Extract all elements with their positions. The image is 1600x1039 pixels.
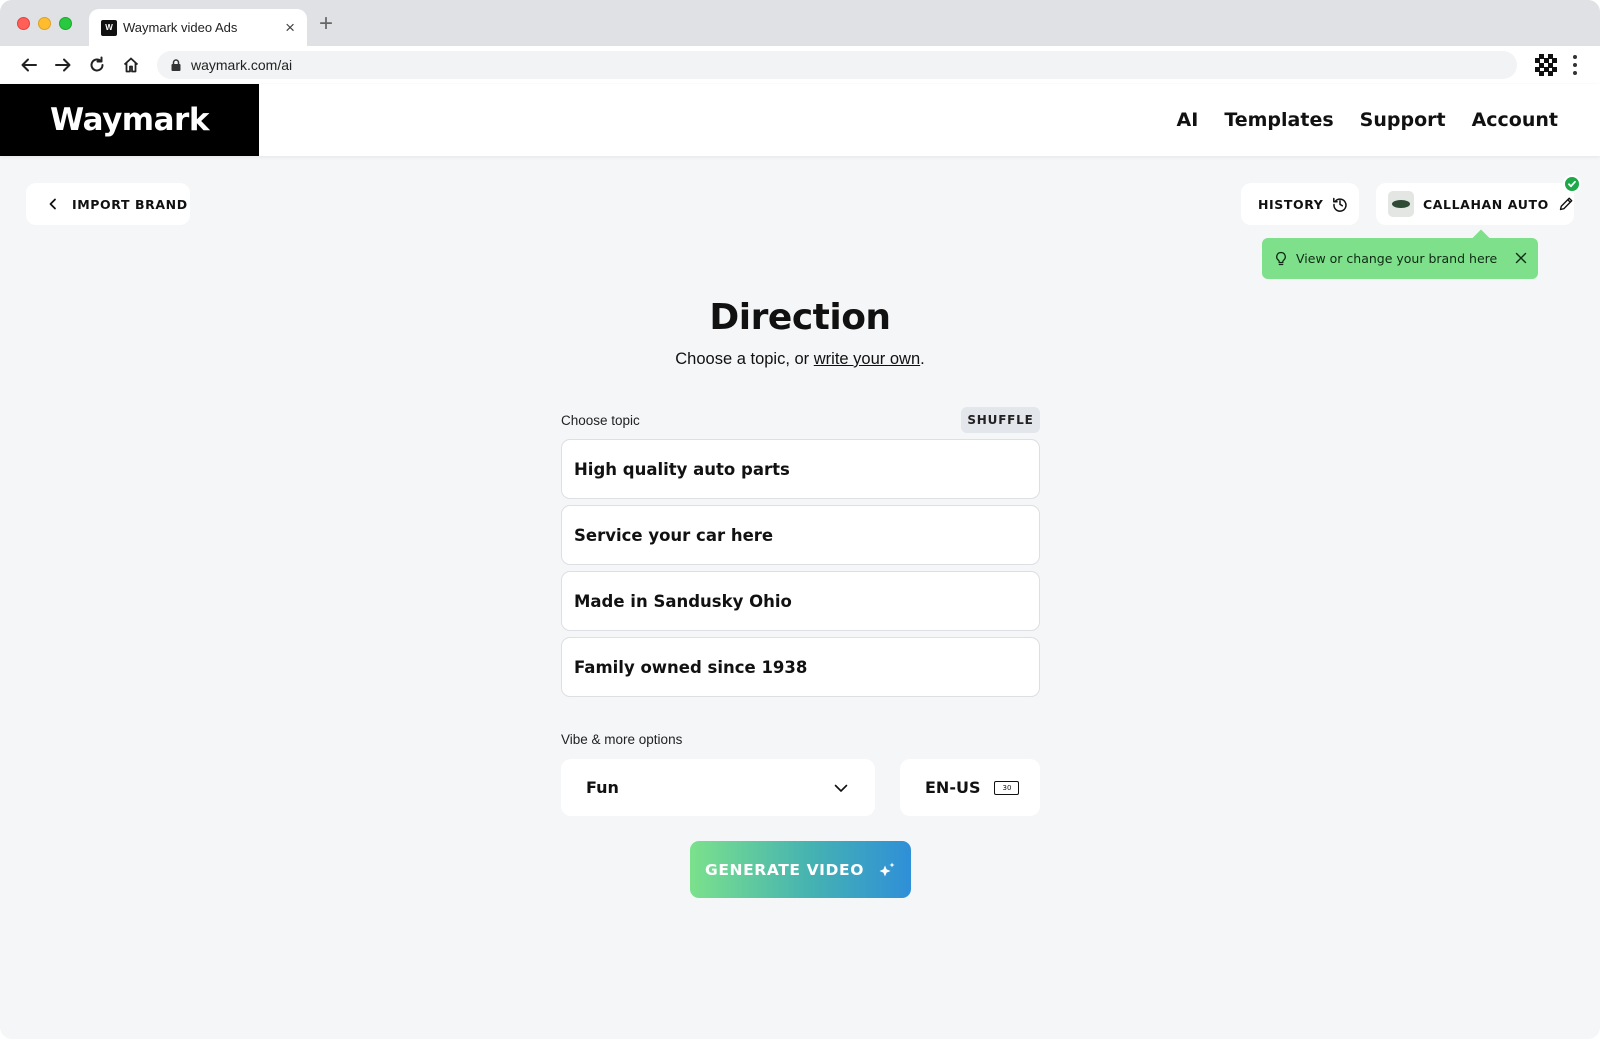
nav-templates[interactable]: Templates bbox=[1224, 109, 1333, 131]
brand-logo-thumbnail bbox=[1388, 191, 1414, 217]
close-icon[interactable] bbox=[1514, 251, 1528, 265]
lightbulb-icon bbox=[1276, 251, 1286, 265]
language-duration-button[interactable]: EN-US 30 bbox=[900, 759, 1040, 816]
chevron-left-icon bbox=[49, 198, 56, 210]
tab-close-icon[interactable]: × bbox=[285, 19, 295, 36]
topic-option[interactable]: High quality auto parts bbox=[561, 439, 1040, 499]
forward-icon[interactable] bbox=[52, 54, 74, 76]
vibe-value: Fun bbox=[586, 778, 619, 797]
url-text: waymark.com/ai bbox=[191, 57, 293, 73]
history-button[interactable]: HISTORY bbox=[1241, 183, 1359, 225]
browser-window: W Waymark video Ads × + waymark.com/ai W… bbox=[0, 0, 1600, 1039]
check-circle-icon bbox=[1563, 175, 1581, 193]
reload-icon[interactable] bbox=[86, 54, 108, 76]
site-header: Waymark AI Templates Support Account bbox=[0, 84, 1600, 156]
duration-badge: 30 bbox=[994, 780, 1020, 795]
topic-option[interactable]: Made in Sandusky Ohio bbox=[561, 571, 1040, 631]
vibe-options-label: Vibe & more options bbox=[561, 732, 683, 747]
language-value: EN-US bbox=[925, 778, 981, 797]
history-icon bbox=[1333, 197, 1348, 212]
new-tab-icon[interactable]: + bbox=[319, 12, 333, 36]
tab-strip: W Waymark video Ads × + bbox=[0, 0, 1600, 46]
main-nav: AI Templates Support Account bbox=[1177, 84, 1558, 156]
brand-tooltip: View or change your brand here bbox=[1262, 238, 1538, 279]
favicon-icon: W bbox=[101, 19, 117, 36]
generate-video-label: GENERATE VIDEO bbox=[705, 860, 864, 879]
home-icon[interactable] bbox=[120, 54, 142, 76]
topic-option[interactable]: Family owned since 1938 bbox=[561, 637, 1040, 697]
nav-account[interactable]: Account bbox=[1472, 109, 1558, 131]
shuffle-button[interactable]: SHUFFLE bbox=[961, 407, 1040, 433]
tab-title: Waymark video Ads bbox=[123, 20, 238, 35]
page-title: Direction bbox=[709, 297, 891, 338]
nav-ai[interactable]: AI bbox=[1177, 109, 1199, 131]
back-icon[interactable] bbox=[18, 54, 40, 76]
import-brand-label: IMPORT BRAND bbox=[72, 196, 188, 212]
chevron-down-icon bbox=[834, 784, 848, 792]
tooltip-text: View or change your brand here bbox=[1296, 251, 1498, 266]
vibe-select[interactable]: Fun bbox=[561, 759, 875, 816]
page-subtitle: Choose a topic, or write your own. bbox=[0, 350, 1600, 369]
import-brand-button[interactable]: IMPORT BRAND bbox=[26, 183, 190, 225]
topic-option[interactable]: Service your car here bbox=[561, 505, 1040, 565]
subtitle-prefix: Choose a topic, or bbox=[675, 350, 814, 368]
waymark-logo[interactable]: Waymark bbox=[0, 84, 259, 156]
lock-icon bbox=[171, 59, 181, 71]
write-your-own-link[interactable]: write your own bbox=[814, 350, 920, 368]
subtitle-suffix: . bbox=[920, 350, 925, 368]
pencil-icon bbox=[1559, 197, 1573, 211]
sparkle-icon bbox=[879, 862, 895, 876]
nav-support[interactable]: Support bbox=[1360, 109, 1446, 131]
extension-icon[interactable] bbox=[1535, 54, 1557, 76]
browser-tab[interactable]: W Waymark video Ads × bbox=[89, 9, 307, 46]
history-label: HISTORY bbox=[1258, 196, 1324, 212]
brand-name: CALLAHAN AUTO bbox=[1423, 196, 1549, 212]
window-maximize-button[interactable] bbox=[59, 17, 72, 30]
browser-menu-icon[interactable] bbox=[1572, 55, 1578, 75]
browser-toolbar: waymark.com/ai bbox=[0, 46, 1600, 84]
brand-button[interactable]: CALLAHAN AUTO bbox=[1376, 183, 1574, 225]
window-minimize-button[interactable] bbox=[38, 17, 51, 30]
window-close-button[interactable] bbox=[17, 17, 30, 30]
address-bar[interactable]: waymark.com/ai bbox=[157, 51, 1517, 79]
generate-video-button[interactable]: GENERATE VIDEO bbox=[690, 841, 911, 898]
choose-topic-label: Choose topic bbox=[561, 413, 640, 428]
